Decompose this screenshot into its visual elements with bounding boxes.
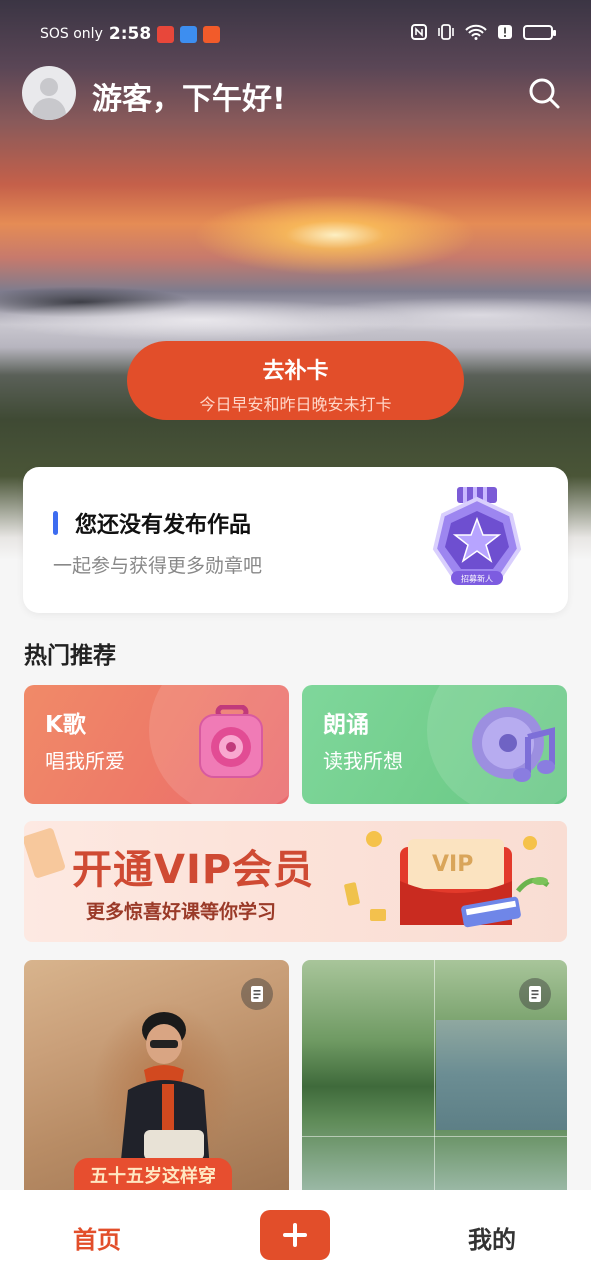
speaker-icon: [199, 705, 263, 778]
makeup-checkin-button[interactable]: 去补卡 今日早安和昨日晚安未打卡: [127, 341, 464, 420]
category-name: K歌: [45, 712, 86, 738]
default-avatar-icon: [40, 78, 58, 96]
vip-gift-icon: VIP: [344, 831, 550, 928]
post-card[interactable]: 五十五岁这样穿: [24, 960, 289, 1190]
accent-bar: [53, 511, 58, 535]
medal-icon: 招募新人: [432, 487, 522, 585]
svg-text:VIP: VIP: [432, 852, 473, 877]
add-button[interactable]: [260, 1210, 330, 1260]
pond-photo: [436, 1020, 567, 1130]
status-bar: SOS only 2:58: [0, 18, 591, 48]
status-left: SOS only 2:58: [40, 24, 221, 44]
works-title: 您还没有发布作品: [75, 513, 252, 538]
battery-icon: [523, 24, 556, 40]
category-recite[interactable]: 朗诵 读我所想: [302, 685, 567, 804]
vip-subtitle: 更多惊喜好课等你学习: [86, 901, 277, 923]
wifi-icon: [465, 24, 487, 40]
clock: 2:58: [108, 24, 152, 44]
music-disc-icon: [472, 707, 555, 782]
person-photo: [120, 1012, 210, 1170]
default-avatar-body: [32, 98, 66, 120]
status-right: [411, 24, 556, 40]
vip-title: 开通VIP会员: [72, 847, 315, 893]
section-title-hot: 热门推荐: [24, 643, 116, 669]
checkin-title: 去补卡: [262, 359, 329, 384]
vibrate-icon: [438, 24, 454, 40]
category-ksong[interactable]: K歌 唱我所爱: [24, 685, 289, 804]
greeting-text: 游客，下午好!: [92, 82, 286, 117]
nav-home[interactable]: 首页: [73, 1220, 121, 1255]
download-notification-icon: [203, 25, 221, 43]
photo-divider: [302, 1136, 567, 1137]
avatar[interactable]: [22, 66, 76, 120]
category-desc: 唱我所爱: [45, 749, 125, 773]
carrier-text: SOS only: [40, 26, 103, 42]
app-notification-icon: [180, 25, 198, 43]
photo-divider: [434, 960, 435, 1190]
nav-mine[interactable]: 我的: [468, 1220, 516, 1255]
bottom-nav: 首页 我的: [0, 1190, 591, 1280]
checkin-subtitle: 今日早安和昨日晚安未打卡: [199, 395, 392, 414]
works-card[interactable]: 您还没有发布作品 一起参与获得更多勋章吧 招募新人: [23, 467, 568, 613]
category-name: 朗诵: [323, 712, 369, 738]
document-icon: [519, 978, 551, 1010]
svg-text:招募新人: 招募新人: [461, 574, 493, 584]
nfc-icon: [411, 24, 427, 40]
vip-banner[interactable]: 开通VIP会员 更多惊喜好课等你学习 VIP: [24, 821, 567, 942]
post-card[interactable]: [302, 960, 567, 1190]
works-subtitle: 一起参与获得更多勋章吧: [53, 555, 263, 577]
post-caption: 五十五岁这样穿: [74, 1158, 232, 1190]
document-icon: [241, 978, 273, 1010]
category-desc: 读我所想: [323, 749, 403, 773]
plus-icon: [283, 1223, 307, 1247]
alert-icon: [498, 25, 512, 39]
search-icon[interactable]: [527, 76, 561, 110]
app-notification-icon: [157, 25, 175, 43]
